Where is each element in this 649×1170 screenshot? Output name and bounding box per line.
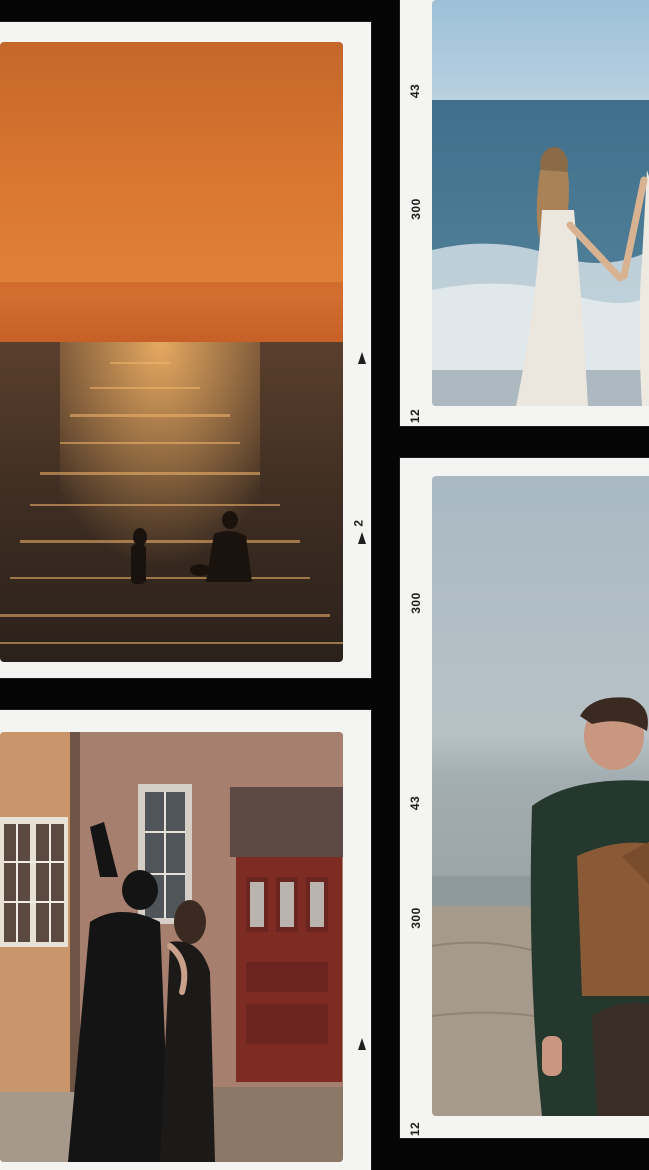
film-arrow-mark — [358, 532, 366, 544]
film-frame-number: 300 — [408, 907, 423, 929]
film-arrow-mark — [358, 1038, 366, 1050]
beach-image — [432, 476, 649, 1116]
photo-sunset-sea — [0, 42, 343, 662]
film-frame-number: 12 — [408, 1121, 423, 1137]
film-frame-beach: 300 43 300 12 — [400, 458, 649, 1138]
film-frame-sunset: 2 — [0, 22, 371, 678]
sunset-image — [0, 42, 343, 662]
film-frame-number: 300 — [408, 198, 423, 220]
doorway-image — [0, 732, 343, 1162]
film-frame-number: 43 — [408, 795, 423, 811]
film-frame-number: 43 — [408, 83, 423, 99]
film-frame-number: 2 — [351, 519, 366, 527]
shore-image — [432, 0, 649, 406]
photo-couple-beach — [432, 476, 649, 1116]
film-frame-shore: 43 300 12 — [400, 0, 649, 426]
film-frame-doorway — [0, 710, 371, 1170]
photo-couple-doorway — [0, 732, 343, 1162]
film-frame-number: 300 — [408, 592, 423, 614]
photo-couple-shore — [432, 0, 649, 406]
film-arrow-mark — [358, 352, 366, 364]
film-frame-number: 12 — [408, 408, 423, 424]
